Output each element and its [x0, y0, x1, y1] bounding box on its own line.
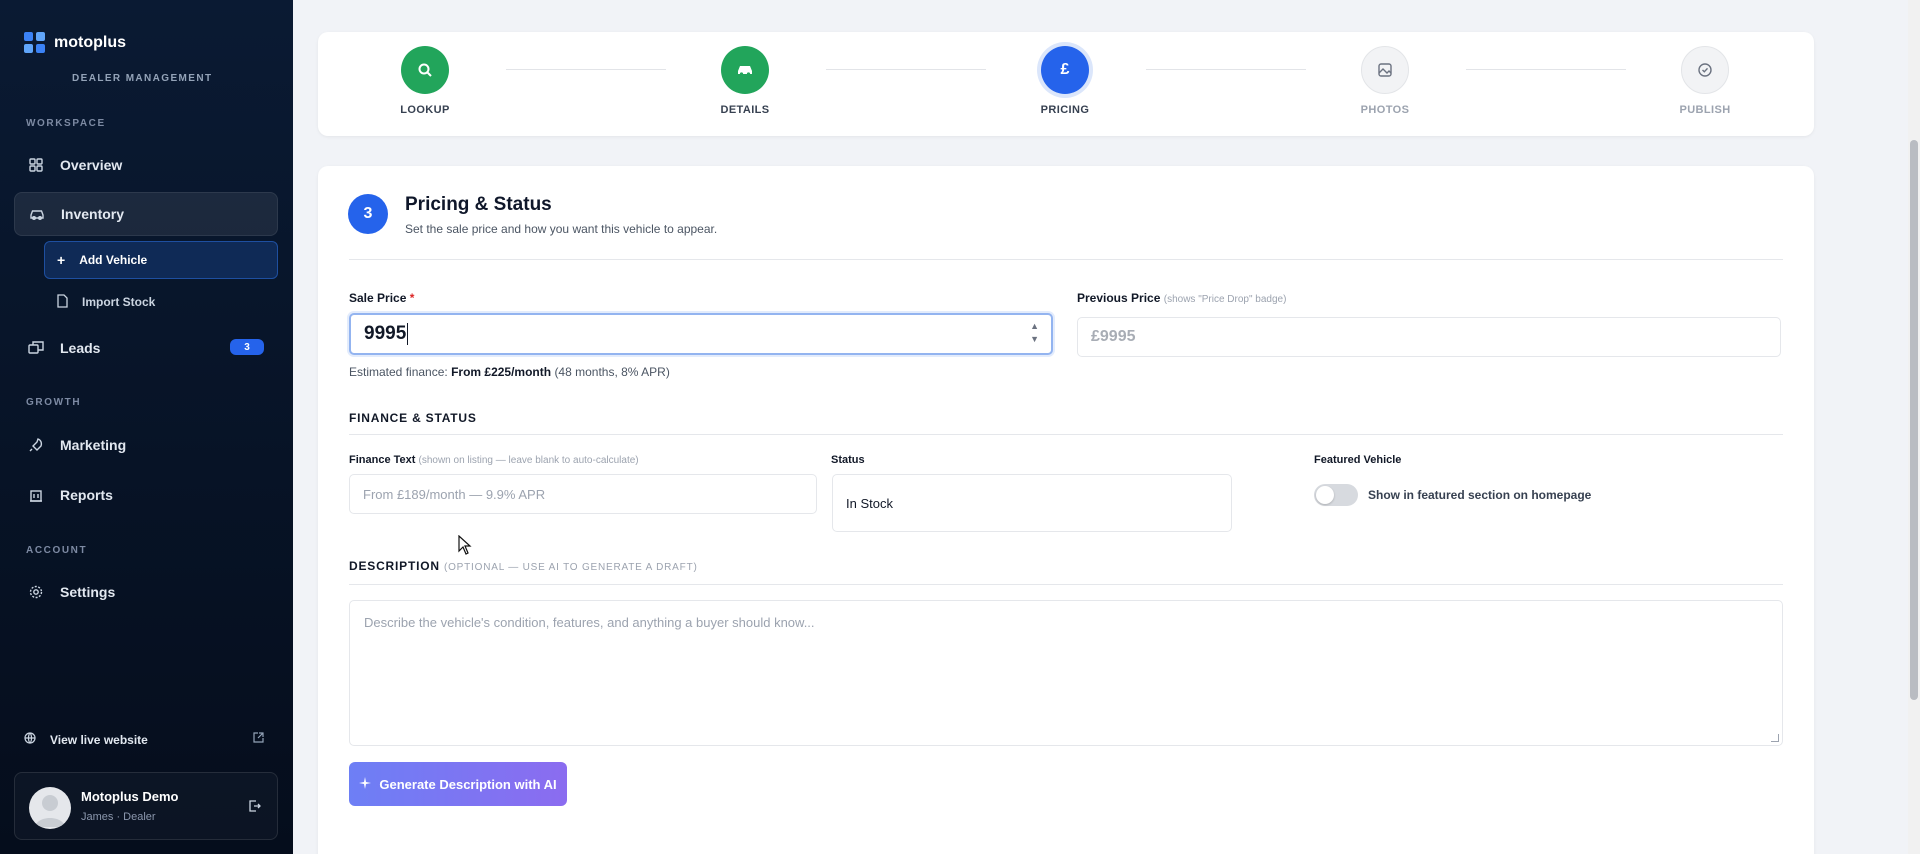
mouse-cursor-icon	[458, 534, 472, 560]
sidebar-item-label: Overview	[60, 157, 123, 173]
featured-vehicle-label: Featured Vehicle	[1314, 454, 1402, 466]
step-photos[interactable]: PHOTOS	[1325, 46, 1445, 116]
motoplus-logo-icon	[24, 32, 46, 54]
previous-price-placeholder: £9995	[1091, 328, 1136, 345]
sparkle-icon	[359, 776, 372, 792]
external-link-icon	[253, 732, 264, 746]
user-role: James · Dealer	[81, 811, 156, 823]
finance-text-label: Finance Text (shown on listing — leave b…	[349, 454, 639, 466]
step-connector	[1466, 69, 1626, 70]
finance-status-heading: FINANCE & STATUS	[349, 411, 477, 425]
featured-toggle[interactable]	[1314, 484, 1358, 506]
sidebar-item-marketing[interactable]: Marketing	[14, 423, 278, 467]
sidebar-subitem-import-stock[interactable]: Import Stock	[44, 283, 278, 321]
ai-button-label: Generate Description with AI	[379, 776, 557, 792]
progress-stepper: LOOKUP DETAILS £ PRICING PHOTOS PUBLISH	[318, 32, 1814, 136]
step-connector	[826, 69, 986, 70]
user-card[interactable]: Motoplus Demo James · Dealer	[14, 772, 278, 840]
sidebar-item-leads[interactable]: Leads 3	[14, 326, 278, 370]
step-number-badge: 3	[348, 194, 388, 234]
sidebar-item-label: Import Stock	[82, 295, 156, 309]
previous-price-label: Previous Price (shows "Price Drop" badge…	[1077, 291, 1287, 305]
leads-icon	[28, 340, 44, 356]
step-publish[interactable]: PUBLISH	[1645, 46, 1765, 116]
sidebar-item-reports[interactable]: Reports	[14, 473, 278, 517]
step-pricing[interactable]: £ PRICING	[1005, 46, 1125, 116]
divider	[349, 259, 1783, 260]
status-label: Status	[831, 454, 865, 466]
plus-icon: +	[57, 252, 66, 268]
step-lookup[interactable]: LOOKUP	[365, 46, 485, 116]
step-label: LOOKUP	[400, 104, 450, 116]
chevron-up-icon[interactable]: ▲	[1030, 321, 1039, 332]
finance-text-placeholder: From £189/month — 9.9% APR	[363, 486, 546, 502]
image-icon	[1361, 46, 1409, 94]
brand[interactable]: motoplus	[24, 32, 126, 54]
step-label: PRICING	[1040, 104, 1090, 116]
gear-icon	[28, 584, 44, 600]
number-spinner[interactable]: ▲ ▼	[1030, 321, 1039, 345]
finance-text-input[interactable]: From £189/month — 9.9% APR	[349, 474, 817, 514]
view-live-website-link[interactable]: View live website	[24, 732, 264, 747]
estimated-finance-hint: Estimated finance: From £225/month (48 m…	[349, 365, 670, 379]
globe-icon	[24, 732, 36, 747]
divider	[349, 584, 1783, 585]
search-icon	[401, 46, 449, 94]
sidebar-item-label: Marketing	[60, 437, 127, 453]
car-icon	[721, 46, 769, 94]
section-label-account: ACCOUNT	[26, 545, 88, 556]
sidebar-item-label: Inventory	[61, 206, 125, 222]
page-title: Pricing & Status	[405, 194, 552, 215]
sale-price-value: 9995	[364, 323, 409, 345]
leads-count-badge: 3	[230, 339, 264, 355]
sidebar-item-label: Add Vehicle	[79, 253, 148, 267]
section-label-workspace: WORKSPACE	[26, 118, 106, 129]
previous-price-input[interactable]: £9995	[1077, 317, 1781, 357]
car-icon	[29, 206, 45, 222]
sidebar-item-label: Settings	[60, 584, 116, 600]
status-value: In Stock	[846, 495, 893, 511]
sidebar-item-inventory[interactable]: Inventory	[14, 192, 278, 236]
generate-description-ai-button[interactable]: Generate Description with AI	[349, 762, 567, 806]
page-scrollbar[interactable]	[1908, 0, 1920, 854]
status-select[interactable]: In Stock	[832, 474, 1232, 532]
grid-icon	[28, 157, 44, 173]
rocket-icon	[28, 437, 44, 453]
sidebar-item-label: Leads	[60, 340, 101, 356]
sidebar-item-settings[interactable]: Settings	[14, 570, 278, 614]
description-placeholder: Describe the vehicle's condition, featur…	[364, 615, 815, 630]
divider	[349, 434, 1783, 435]
description-heading: DESCRIPTION (OPTIONAL — USE AI TO GENERA…	[349, 559, 698, 573]
scrollbar-thumb[interactable]	[1910, 140, 1918, 700]
live-site-label: View live website	[50, 732, 148, 747]
step-label: DETAILS	[720, 104, 770, 116]
sidebar-item-label: Reports	[60, 487, 113, 503]
logout-icon[interactable]	[249, 799, 261, 817]
sale-price-input[interactable]: 9995 ▲ ▼	[349, 313, 1053, 355]
sidebar-subitem-add-vehicle[interactable]: + Add Vehicle	[44, 241, 278, 279]
pricing-status-card: 3 Pricing & Status Set the sale price an…	[318, 166, 1814, 854]
chevron-down-icon[interactable]: ▼	[1030, 334, 1039, 345]
check-circle-icon	[1681, 46, 1729, 94]
sidebar: motoplus DEALER MANAGEMENT WORKSPACE Ove…	[0, 0, 293, 854]
step-connector	[1146, 69, 1306, 70]
featured-toggle-label: Show in featured section on homepage	[1368, 488, 1592, 502]
pound-icon: £	[1041, 46, 1089, 94]
brand-subtitle: DEALER MANAGEMENT	[72, 73, 213, 84]
file-import-icon	[56, 293, 68, 311]
step-connector	[506, 69, 666, 70]
step-details[interactable]: DETAILS	[685, 46, 805, 116]
step-label: PHOTOS	[1360, 104, 1410, 116]
building-icon	[28, 487, 44, 503]
description-textarea[interactable]: Describe the vehicle's condition, featur…	[349, 600, 1783, 746]
resize-handle-icon[interactable]	[1771, 734, 1779, 742]
sidebar-item-overview[interactable]: Overview	[14, 143, 278, 187]
section-label-growth: GROWTH	[26, 397, 82, 408]
avatar	[29, 787, 71, 829]
brand-name: motoplus	[54, 34, 126, 51]
page-subtitle: Set the sale price and how you want this…	[405, 222, 718, 236]
sale-price-label: Sale Price *	[349, 291, 415, 305]
user-name: Motoplus Demo	[81, 789, 179, 804]
step-label: PUBLISH	[1679, 104, 1731, 116]
